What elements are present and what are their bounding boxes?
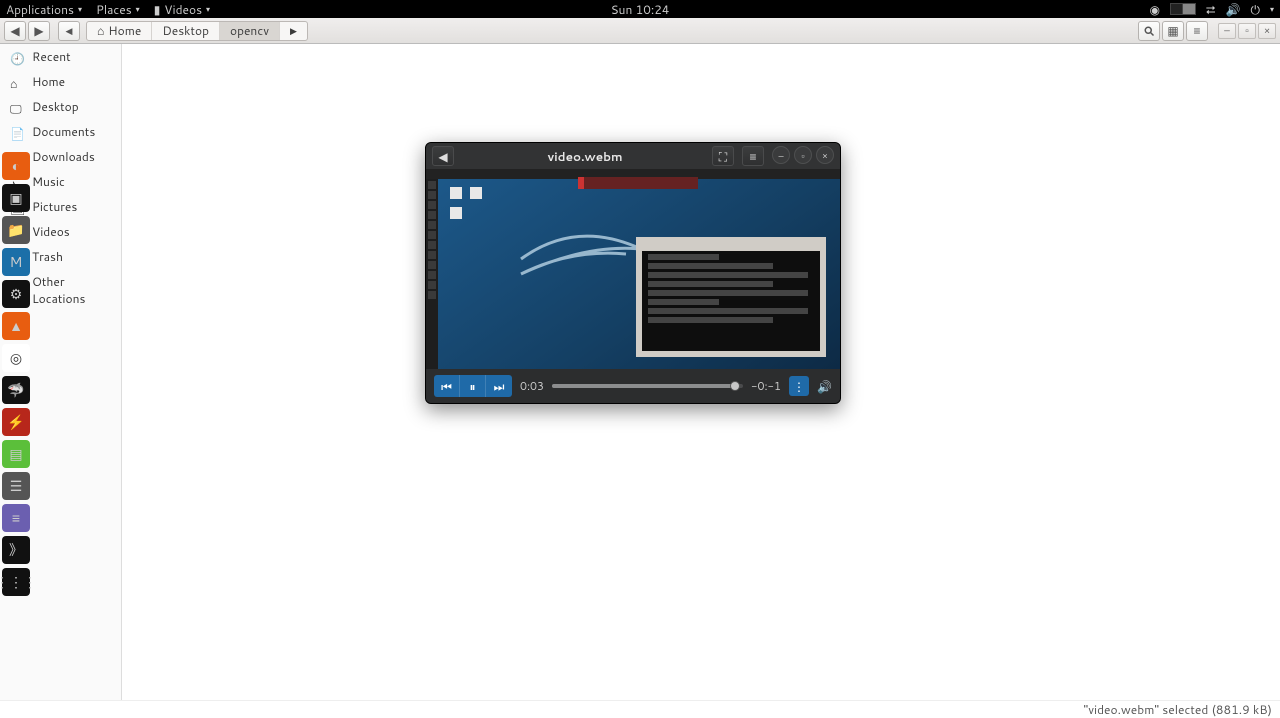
- dock-terminal[interactable]: ▣: [2, 184, 30, 212]
- clock-icon: 🕘: [10, 50, 24, 64]
- dock-wireshark[interactable]: 🦈: [2, 376, 30, 404]
- minimize-button[interactable]: –: [1218, 23, 1236, 39]
- player-minimize-button[interactable]: –: [772, 146, 790, 164]
- desktop-icon: 🖵: [10, 100, 24, 114]
- dock-tool-g[interactable]: ≡: [2, 504, 30, 532]
- video-player-header[interactable]: ◀ video.webm ⛶ ≡ – ▫ ×: [426, 143, 840, 169]
- label: Applications: [6, 1, 74, 18]
- dock-tool-c[interactable]: ◎: [2, 344, 30, 372]
- sidebar-item-desktop[interactable]: 🖵 Desktop: [0, 94, 121, 119]
- videos-icon: ▮: [154, 1, 161, 18]
- label: Videos: [32, 223, 70, 240]
- dock-firefox[interactable]: ◐: [2, 152, 30, 180]
- network-icon[interactable]: ⮂: [1206, 1, 1216, 18]
- maximize-button[interactable]: ▫: [1238, 23, 1256, 39]
- player-options-button[interactable]: ⋮: [789, 376, 809, 396]
- label: Home: [108, 22, 141, 39]
- label: Pictures: [32, 198, 77, 215]
- label: Videos: [164, 1, 202, 18]
- chevron-down-icon: ▾: [206, 3, 210, 15]
- top-panel: Applications ▾ Places ▾ ▮ Videos ▾ Sun 1…: [0, 0, 1280, 18]
- video-terminal-window: [636, 237, 826, 357]
- video-title: video.webm: [458, 148, 712, 165]
- menu-videos[interactable]: ▮ Videos ▾: [154, 1, 210, 18]
- seek-fill: [552, 384, 732, 388]
- dock-metasploit[interactable]: M: [2, 248, 30, 276]
- path-back-button[interactable]: ◀: [58, 21, 80, 41]
- label: Places: [96, 1, 132, 18]
- search-icon: [1143, 25, 1155, 37]
- chevron-down-icon: ▾: [78, 3, 82, 15]
- menu-applications[interactable]: Applications ▾: [6, 1, 82, 18]
- document-icon: 📄: [10, 125, 24, 139]
- playback-buttons: ⏮ ⏸ ⏭: [434, 375, 512, 397]
- label: Downloads: [32, 148, 95, 165]
- dock-tool-b[interactable]: ▲: [2, 312, 30, 340]
- recording-icon[interactable]: ◉: [1149, 1, 1159, 18]
- chevron-down-icon: ▾: [136, 3, 140, 15]
- back-button[interactable]: ◀: [4, 21, 26, 41]
- label: Desktop: [162, 22, 209, 39]
- chevron-down-icon[interactable]: ▾: [1270, 3, 1274, 15]
- search-button[interactable]: [1138, 21, 1160, 41]
- clock[interactable]: Sun 10:24: [611, 1, 670, 18]
- status-text: "video.webm" selected (881.9 kB): [1084, 701, 1272, 718]
- dock-files[interactable]: 📁: [2, 216, 30, 244]
- label: Other Locations: [32, 273, 111, 307]
- dock-tool-a[interactable]: ⚙: [2, 280, 30, 308]
- player-back-button[interactable]: ◀: [432, 146, 454, 166]
- seek-knob[interactable]: [730, 381, 740, 391]
- dock: ◐ ▣ 📁 M ⚙ ▲ ◎ 🦈 ⚡ ▤ ☰ ≡ 》 ⋮⋮⋮: [0, 150, 32, 718]
- breadcrumb-desktop[interactable]: Desktop: [152, 22, 220, 40]
- sidebar-item-home[interactable]: ⌂ Home: [0, 69, 121, 94]
- status-bar: "video.webm" selected (881.9 kB): [0, 700, 1280, 718]
- label: Home: [32, 73, 65, 90]
- close-button[interactable]: ×: [1258, 23, 1276, 39]
- label: Recent: [32, 48, 71, 65]
- fullscreen-button[interactable]: ⛶: [712, 146, 734, 166]
- dock-tool-f[interactable]: ☰: [2, 472, 30, 500]
- dock-video-editor[interactable]: 》: [2, 536, 30, 564]
- video-canvas[interactable]: [426, 169, 840, 369]
- video-overlay-title: [578, 177, 698, 189]
- file-manager-toolbar: ◀ ▶ ◀ ⌂ Home Desktop opencv ▶ ▦ ≡ – ▫ ×: [0, 18, 1280, 44]
- label: Desktop: [32, 98, 79, 115]
- breadcrumb-opencv[interactable]: opencv: [220, 22, 280, 40]
- breadcrumb-forward[interactable]: ▶: [280, 22, 307, 40]
- player-maximize-button[interactable]: ▫: [794, 146, 812, 164]
- workspace-switcher[interactable]: [1170, 3, 1196, 15]
- label: Documents: [32, 123, 95, 140]
- menu-places[interactable]: Places ▾: [96, 1, 140, 18]
- dock-show-apps[interactable]: ⋮⋮⋮: [2, 568, 30, 596]
- video-controls: ⏮ ⏸ ⏭ 0:03 -0:-1 ⋮ 🔊: [426, 369, 840, 403]
- power-icon[interactable]: ⏻: [1250, 1, 1260, 18]
- seek-bar[interactable]: [552, 384, 743, 388]
- next-button[interactable]: ⏭: [486, 375, 512, 397]
- view-grid-button[interactable]: ▦: [1162, 21, 1184, 41]
- sidebar-item-documents[interactable]: 📄 Documents: [0, 119, 121, 144]
- kali-logo-icon: [516, 224, 646, 294]
- label: opencv: [230, 22, 269, 39]
- volume-button[interactable]: 🔊: [817, 378, 832, 395]
- home-icon: ⌂: [97, 22, 104, 39]
- time-remaining: -0:-1: [751, 378, 781, 394]
- pause-button[interactable]: ⏸: [460, 375, 486, 397]
- home-icon: ⌂: [10, 75, 24, 89]
- label: Trash: [32, 248, 63, 265]
- forward-button[interactable]: ▶: [28, 21, 50, 41]
- hamburger-button[interactable]: ≡: [1186, 21, 1208, 41]
- time-elapsed: 0:03: [520, 378, 544, 394]
- sidebar-item-recent[interactable]: 🕘 Recent: [0, 44, 121, 69]
- player-menu-button[interactable]: ≡: [742, 146, 764, 166]
- player-close-button[interactable]: ×: [816, 146, 834, 164]
- breadcrumb: ⌂ Home Desktop opencv ▶: [86, 21, 308, 41]
- prev-button[interactable]: ⏮: [434, 375, 460, 397]
- video-player-window: ◀ video.webm ⛶ ≡ – ▫ × ⏮ ⏸ ⏭ 0:03: [425, 142, 841, 404]
- dock-tool-d[interactable]: ⚡: [2, 408, 30, 436]
- dock-tool-e[interactable]: ▤: [2, 440, 30, 468]
- label: Music: [32, 173, 65, 190]
- breadcrumb-home[interactable]: ⌂ Home: [87, 22, 152, 40]
- volume-icon[interactable]: 🔊: [1226, 1, 1241, 18]
